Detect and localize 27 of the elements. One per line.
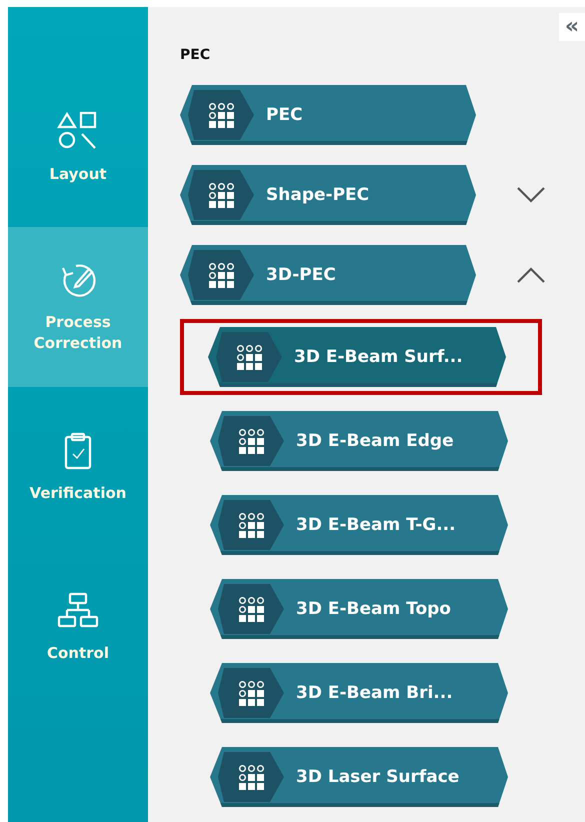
- menu-item[interactable]: 3D-PEC: [180, 245, 476, 305]
- grid-icon: [237, 427, 265, 455]
- nav-item[interactable]: Control: [8, 547, 148, 707]
- menu-item[interactable]: 3D E-Beam Topo: [210, 579, 508, 639]
- nav-item[interactable]: Verification: [8, 387, 148, 547]
- grid-icon: [207, 101, 235, 129]
- grid-icon: [207, 261, 235, 289]
- clipboard-check-icon: [62, 430, 94, 470]
- shapes-icon: [57, 110, 99, 152]
- grid-icon: [237, 511, 265, 539]
- collapse-button[interactable]: «: [559, 13, 585, 41]
- menu-item[interactable]: 3D E-Beam Surf...: [208, 327, 506, 387]
- grid-icon: [237, 763, 265, 791]
- section-title: PEC: [180, 47, 212, 63]
- menu-item[interactable]: 3D E-Beam T-G...: [210, 495, 508, 555]
- menu-item[interactable]: 3D E-Beam Bri...: [210, 663, 508, 723]
- menu-item[interactable]: 3D E-Beam Edge: [210, 411, 508, 471]
- menu-item[interactable]: PEC: [180, 85, 476, 145]
- chevron-icon[interactable]: [516, 266, 546, 284]
- nav-item[interactable]: Layout: [8, 67, 148, 227]
- chevron-icon[interactable]: [516, 186, 546, 204]
- grid-icon: [235, 343, 263, 371]
- grid-icon: [207, 181, 235, 209]
- menu-item[interactable]: 3D Laser Surface: [210, 747, 508, 807]
- menu-item[interactable]: Shape-PEC: [180, 165, 476, 225]
- grid-icon: [237, 595, 265, 623]
- grid-icon: [237, 679, 265, 707]
